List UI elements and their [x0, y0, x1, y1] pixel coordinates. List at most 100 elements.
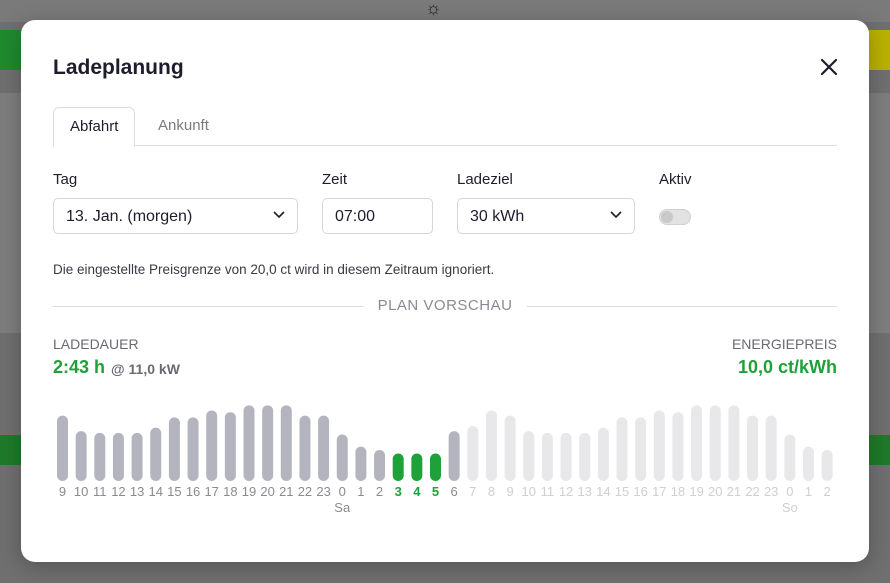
chart-bar [168, 417, 180, 481]
chart-tick-label: 11 [541, 484, 555, 499]
chart-tick-label: 7 [469, 484, 476, 499]
chart-bar [560, 432, 572, 481]
chart-tick-label: 9 [506, 484, 513, 499]
chart-bar [336, 434, 348, 481]
chart-bar [150, 427, 162, 481]
chart-tick-label: 12 [559, 484, 573, 499]
chart-tick-label: 11 [93, 484, 107, 499]
chart-tick-label: 20 [708, 484, 722, 499]
chart-bar [187, 417, 199, 481]
chart-bar [448, 431, 460, 481]
chart-bar [318, 415, 330, 481]
chart-tick-label: 12 [111, 484, 125, 499]
chart-tick-label: 15 [167, 484, 181, 499]
chart-tick-label: 3 [395, 484, 402, 499]
chart-bar [653, 410, 665, 481]
chart-bar [597, 427, 609, 481]
chart-tick-label: 0 [339, 484, 346, 499]
chart-tick-label: 13 [130, 484, 144, 499]
chart-tick-label: 22 [745, 484, 759, 499]
chart-tick-label: 15 [615, 484, 629, 499]
chart-tick-label: 19 [689, 484, 703, 499]
time-input[interactable]: 07:00 [322, 198, 433, 234]
chart-tick-label: 5 [432, 484, 439, 499]
chart-tick-label: 14 [596, 484, 610, 499]
chart-tick-label: 1 [357, 484, 364, 499]
chart-bar [411, 453, 423, 481]
chart-bar [430, 453, 441, 481]
chart-bar [467, 425, 479, 481]
background-strip-left [0, 435, 22, 465]
chart-bar [523, 431, 535, 481]
chart-bar [821, 450, 833, 481]
plan-preview-chart: 9 10 11 12 13 14 15 16 17 18 19 20 21 22 23 0Sa1 2 3 4 5 6 7 8… [57, 405, 833, 515]
chart-bar [485, 410, 497, 481]
background-strip-right [868, 435, 890, 465]
close-icon [820, 58, 838, 76]
chart-tick-label: 17 [652, 484, 666, 499]
chart-tick-label: 2 [376, 484, 383, 499]
chart-tick-label: 21 [727, 484, 741, 499]
chart-bar [747, 415, 759, 481]
target-label: Ladeziel [457, 171, 513, 188]
chart-bar [224, 412, 236, 481]
chart-tick-label: 13 [577, 484, 591, 499]
chart-day-label: Sa [334, 500, 351, 515]
chart-bar [206, 410, 218, 481]
chart-tick-label: 1 [805, 484, 812, 499]
chart-tick-label: 18 [671, 484, 685, 499]
duration-label: LADEDAUER [53, 336, 139, 352]
chart-tick-label: 20 [260, 484, 274, 499]
chart-tick-label: 16 [186, 484, 200, 499]
chart-bar [803, 446, 814, 481]
chart-tick-label: 6 [451, 484, 458, 499]
chart-bar [355, 446, 367, 481]
tab-arrival[interactable]: Ankunft [142, 107, 225, 145]
chart-bar [504, 415, 516, 481]
chart-tick-label: 23 [764, 484, 778, 499]
chart-bar [765, 415, 777, 481]
chart-bar [635, 417, 647, 481]
tab-bar: Abfahrt Ankunft [53, 107, 837, 147]
chart-bar [299, 415, 311, 481]
background-panel-left [0, 93, 22, 333]
chart-bar [94, 432, 106, 481]
chart-tick-label: 4 [413, 484, 421, 499]
active-label: Aktiv [659, 171, 692, 188]
time-input-value: 07:00 [335, 208, 376, 225]
plan-preview-heading: PLAN VORSCHAU [377, 297, 513, 314]
active-toggle[interactable] [659, 209, 691, 225]
chart-tick-label: 21 [279, 484, 293, 499]
day-label: Tag [53, 171, 78, 188]
toggle-knob [661, 211, 673, 223]
chart-bar [374, 450, 386, 481]
target-select[interactable]: 30 kWh [457, 198, 635, 234]
chart-bar [112, 432, 124, 481]
price-value: 10,0 ct/kWh [737, 357, 837, 377]
chevron-down-icon [610, 211, 622, 219]
background-topbar [0, 0, 890, 22]
background-panel-right [868, 93, 890, 333]
chart-tick-label: 8 [488, 484, 495, 499]
sun-icon: ☼ [425, 0, 442, 18]
chart-bar [672, 412, 684, 481]
chart-tick-label: 10 [522, 484, 536, 499]
price-label: ENERGIEPREIS [731, 336, 837, 352]
chart-tick-label: 14 [149, 484, 163, 499]
chart-bar [541, 432, 553, 481]
day-select-value: 13. Jan. (morgen) [66, 208, 193, 225]
chart-tick-label: 18 [223, 484, 237, 499]
chart-tick-label: 0 [786, 484, 793, 499]
chart-tick-label: 2 [824, 484, 831, 499]
charge-power: @ 11,0 kW [111, 361, 180, 377]
close-button[interactable] [818, 56, 840, 78]
duration-value: 2:43 h [53, 357, 106, 377]
charging-plan-dialog: Ladeplanung Abfahrt Ankunft Tag Zeit Lad… [21, 20, 869, 562]
chart-tick-label: 16 [633, 484, 647, 499]
time-label: Zeit [322, 171, 348, 188]
tab-departure[interactable]: Abfahrt [53, 107, 136, 147]
chart-bar [709, 405, 721, 481]
day-select[interactable]: 13. Jan. (morgen) [53, 198, 298, 234]
chevron-down-icon [273, 211, 285, 219]
chart-tick-label: 22 [298, 484, 312, 499]
